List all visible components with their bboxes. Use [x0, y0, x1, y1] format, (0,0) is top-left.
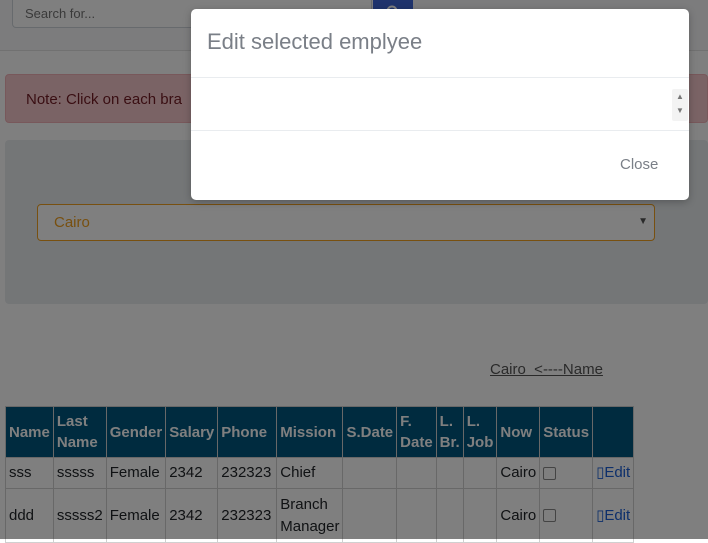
- close-button[interactable]: Close: [620, 156, 658, 173]
- scroll-down-icon[interactable]: ▼: [676, 106, 684, 115]
- scroll-up-icon[interactable]: ▲: [676, 92, 684, 101]
- modal-header-divider: [191, 77, 689, 78]
- modal-body-scrollbar[interactable]: ▲ ▼: [672, 89, 688, 121]
- edit-employee-modal: Edit selected emplyee ▲ ▼ Close: [191, 9, 689, 200]
- modal-footer-divider: [191, 130, 689, 131]
- modal-title: Edit selected emplyee: [207, 29, 423, 54]
